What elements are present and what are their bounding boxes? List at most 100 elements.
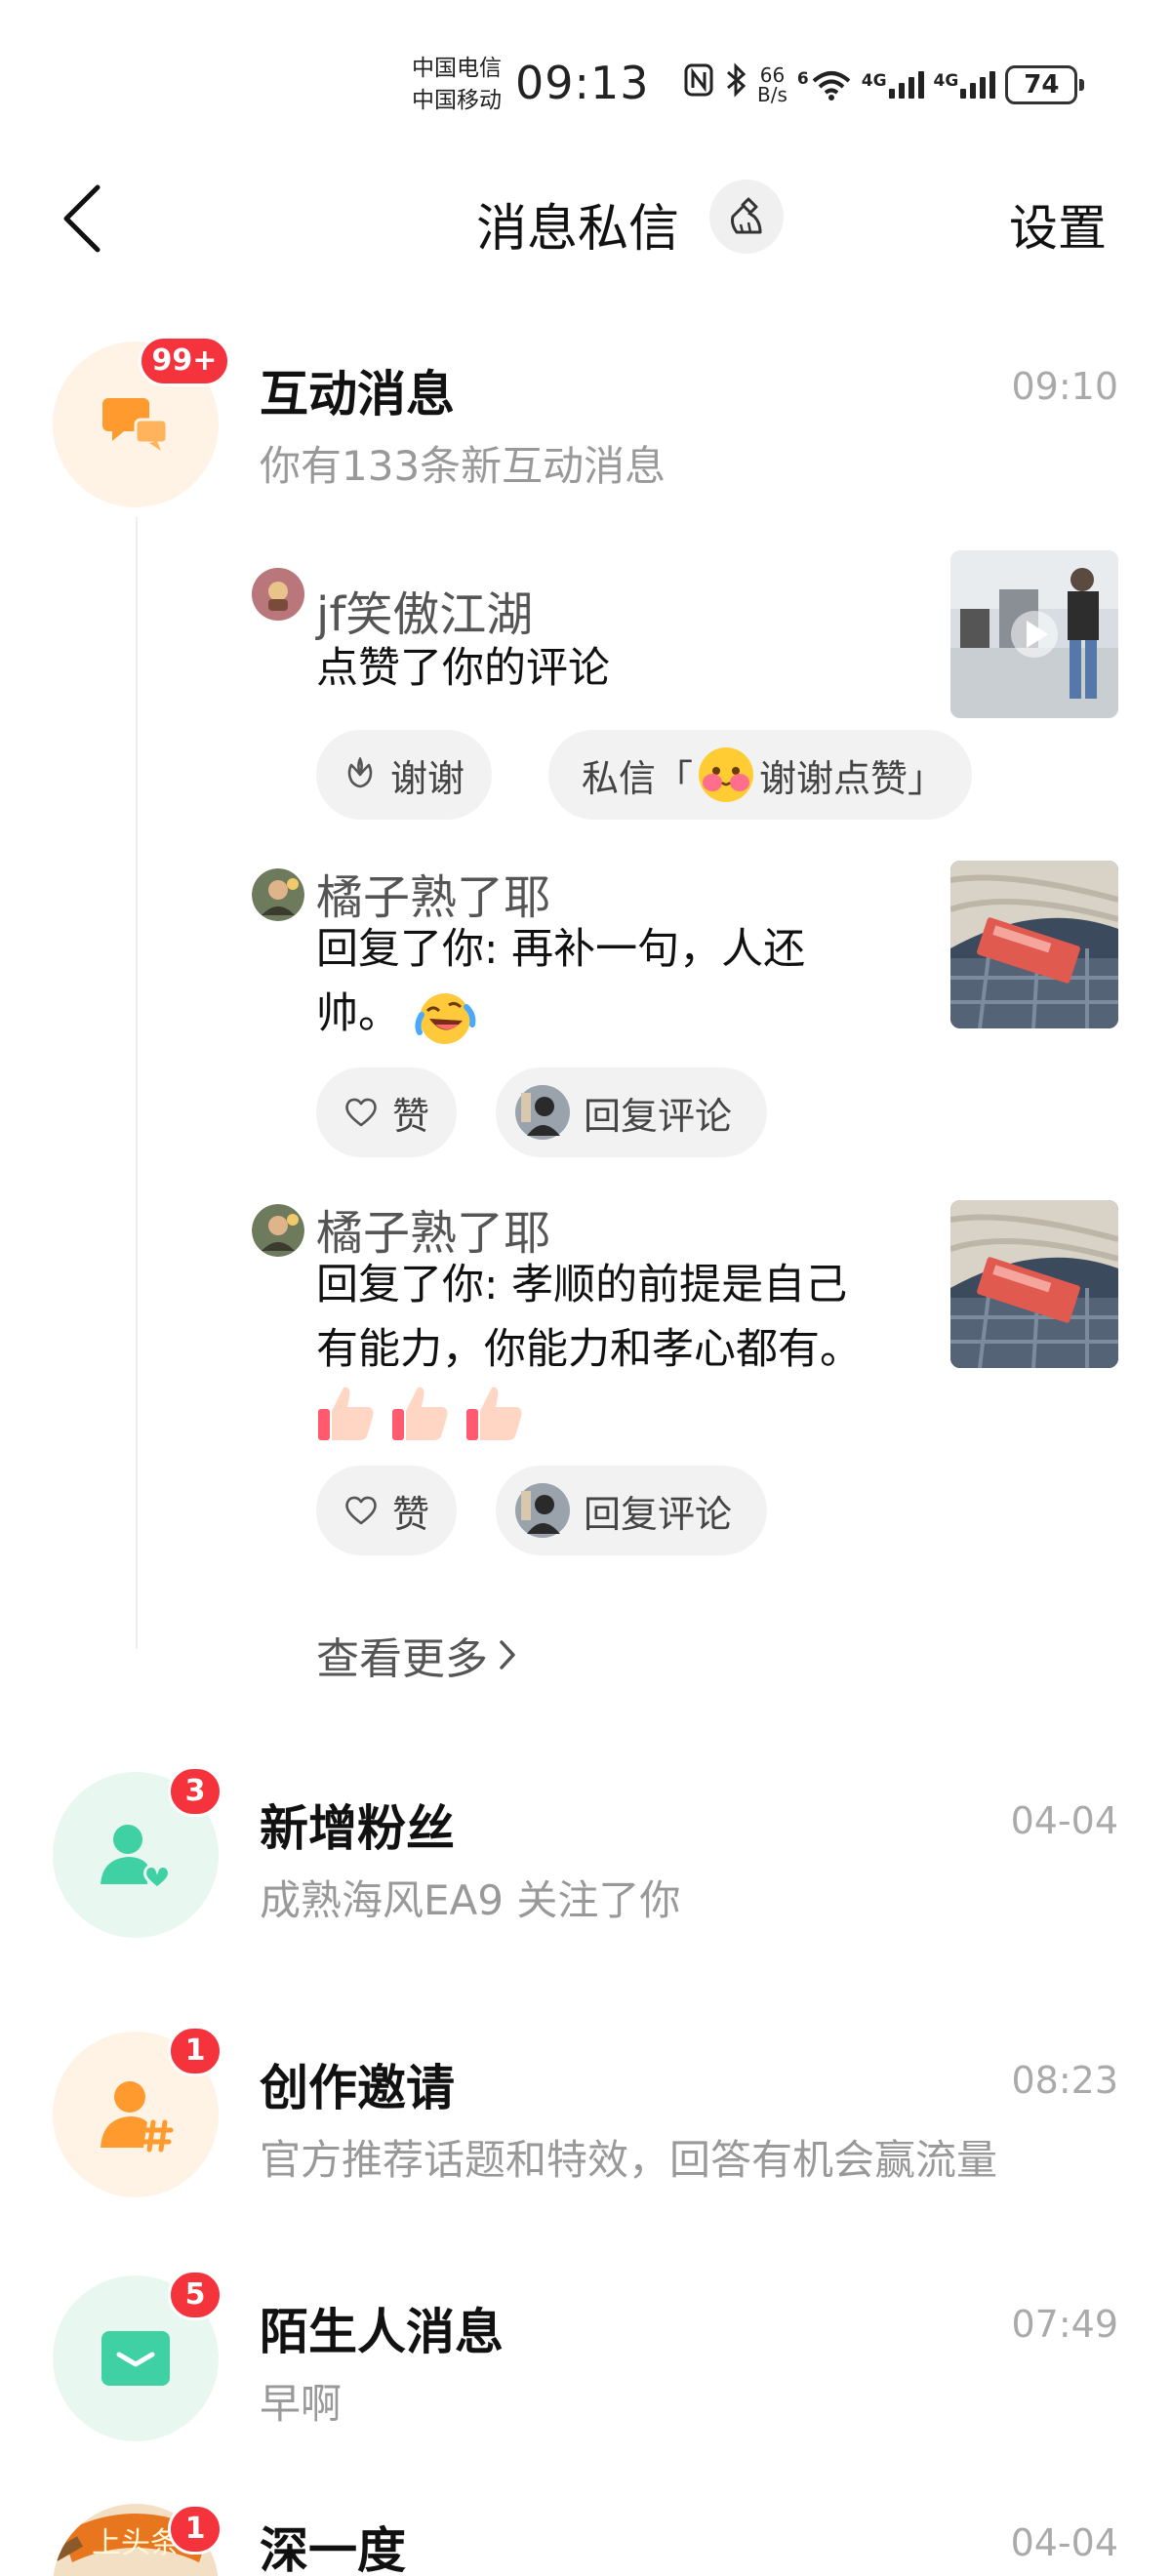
item-text: 点赞了你的评论 xyxy=(316,644,610,693)
thumbs-up-icon xyxy=(318,1387,374,1440)
status-clock: 09:13 xyxy=(515,57,650,109)
thanks-label: 谢谢 xyxy=(390,756,465,800)
row-title: 创作邀请 xyxy=(260,2060,455,2116)
broom-icon xyxy=(731,197,762,234)
unread-badge: 1 xyxy=(168,2504,222,2555)
carrier-labels: 中国电信 中国移动 xyxy=(412,53,502,117)
user-avatar[interactable] xyxy=(252,568,304,621)
my-avatar xyxy=(515,1085,570,1140)
status-bar: 中国电信 中国移动 09:13 66 B/s 6 4G 4G 74 xyxy=(0,0,1171,146)
signal-2: 4G xyxy=(933,70,996,99)
speed-value: 66 xyxy=(759,62,786,87)
wifi-tag: 6 xyxy=(796,68,809,89)
unread-badge: 3 xyxy=(168,1766,222,1817)
row-time: 09:10 xyxy=(1011,365,1118,408)
item-text-line-2-text: 帅。 xyxy=(316,989,400,1038)
wifi-indicator: 6 xyxy=(797,69,852,101)
thanks-button[interactable]: 谢谢 xyxy=(316,730,493,820)
wifi-icon xyxy=(812,70,851,101)
photo-thumbnail[interactable] xyxy=(950,861,1118,1028)
dm-prefix: 私信「 xyxy=(582,756,694,800)
row-subtitle: 你有133条新互动消息 xyxy=(260,442,666,490)
reply-comment-button[interactable]: 回复评论 xyxy=(496,1466,768,1555)
row-time: 07:49 xyxy=(1011,2303,1118,2346)
creation-invite-row[interactable]: 1 创作邀请 官方推荐话题和特效，回答有机会赢流量 08:23 xyxy=(0,2026,1171,2221)
envelope-icon xyxy=(101,2331,170,2386)
row-title: 陌生人消息 xyxy=(260,2304,504,2360)
row-subtitle: 早啊 xyxy=(260,2380,343,2428)
user-avatar[interactable] xyxy=(252,868,304,921)
bluetooth-icon xyxy=(724,62,747,106)
unread-badge: 5 xyxy=(168,2270,222,2320)
thumbs-up-icon xyxy=(392,1387,448,1440)
item-text: 回复了你: 再补一句，人还 帅。 xyxy=(316,917,911,1048)
like-label: 赞 xyxy=(392,1094,430,1138)
dm-text: 谢谢点赞」 xyxy=(759,756,946,800)
row-time: 08:23 xyxy=(1011,2059,1118,2102)
reply-label: 回复评论 xyxy=(584,1094,733,1138)
new-fans-row[interactable]: 3 新增粉丝 成熟海风EA9 关注了你 04-04 xyxy=(0,1766,1171,1961)
unread-badge: 99+ xyxy=(139,336,230,386)
item-text-line-2: 有能力，你能力和孝心都有。 xyxy=(316,1325,862,1374)
item-text-line-1: 回复了你: 再补一句，人还 xyxy=(316,925,806,974)
network-speed: 66 B/s xyxy=(757,65,787,104)
like-button[interactable]: 赞 xyxy=(316,1466,458,1555)
row-time: 04-04 xyxy=(1010,1799,1118,1842)
signal-1: 4G xyxy=(861,70,924,99)
nfc-icon xyxy=(683,62,714,106)
heart-icon xyxy=(345,1496,377,1525)
like-button[interactable]: 赞 xyxy=(316,1067,458,1157)
row-title: 新增粉丝 xyxy=(260,1800,455,1857)
heart-icon xyxy=(345,1098,377,1127)
dm-thanks-button[interactable]: 私信「 谢谢点赞」 xyxy=(548,730,973,820)
reply-label: 回复评论 xyxy=(584,1492,733,1536)
page-title: 消息私信 xyxy=(476,200,680,259)
status-icons: 66 B/s 6 4G 4G 74 xyxy=(683,62,1085,106)
settings-link[interactable]: 设置 xyxy=(1009,189,1107,260)
see-more-link[interactable]: 查看更多 xyxy=(316,1624,517,1686)
unread-badge: 1 xyxy=(168,2026,222,2076)
user-heart-icon xyxy=(101,1825,171,1890)
interaction-messages-row[interactable]: 99+ 互动消息 你有133条新互动消息 09:10 xyxy=(0,332,1171,527)
signal-bars-icon xyxy=(888,70,924,99)
item-text-line-2: 帅。 xyxy=(316,982,911,1048)
battery-icon: 74 xyxy=(1005,64,1085,104)
hug-emoji-icon xyxy=(699,747,754,802)
signal-bars-icon xyxy=(960,70,996,99)
user-avatar[interactable] xyxy=(252,1204,304,1257)
user-hashtag-icon xyxy=(101,2081,174,2153)
channel-row[interactable]: 上头条 1 深一度 04-04 xyxy=(0,2504,1171,2576)
chevron-left-icon xyxy=(63,184,101,253)
thread-line xyxy=(136,517,138,1649)
thumbs-up-emojis xyxy=(314,1380,527,1444)
my-avatar xyxy=(515,1483,570,1538)
row-title: 互动消息 xyxy=(260,366,455,423)
chat-bubbles-icon xyxy=(102,398,169,451)
row-subtitle: 成熟海风EA9 关注了你 xyxy=(260,1876,681,1924)
user-name[interactable]: jf笑傲江湖 xyxy=(316,576,533,644)
signal-1-type: 4G xyxy=(861,70,887,91)
row-time: 04-04 xyxy=(1010,2521,1118,2564)
laughing-crying-emoji-icon xyxy=(414,986,476,1048)
speed-unit: B/s xyxy=(757,82,787,106)
see-more-label: 查看更多 xyxy=(316,1634,488,1684)
row-subtitle: 官方推荐话题和特效，回答有机会赢流量 xyxy=(260,2136,998,2184)
like-label: 赞 xyxy=(392,1492,430,1536)
signal-2-type: 4G xyxy=(933,70,959,91)
photo-thumbnail[interactable] xyxy=(950,1200,1118,1368)
chevron-right-icon xyxy=(500,1640,515,1670)
clear-unread-button[interactable] xyxy=(709,180,784,254)
item-text: 回复了你: 孝顺的前提是自己 有能力，你能力和孝心都有。 xyxy=(316,1253,911,1382)
carrier-2: 中国移动 xyxy=(412,88,502,113)
item-text-line-1: 回复了你: 孝顺的前提是自己 xyxy=(316,1261,848,1309)
thumbs-up-icon xyxy=(466,1387,522,1440)
stranger-messages-row[interactable]: 5 陌生人消息 早啊 07:49 xyxy=(0,2270,1171,2465)
channel-avatar-text: 上头条 xyxy=(92,2526,180,2560)
top-nav: 消息私信 设置 xyxy=(0,166,1171,273)
back-button[interactable] xyxy=(55,180,113,258)
flower-icon xyxy=(347,757,373,788)
video-thumbnail[interactable] xyxy=(950,550,1118,718)
row-title: 深一度 xyxy=(260,2522,406,2576)
reply-comment-button[interactable]: 回复评论 xyxy=(496,1067,768,1157)
carrier-1: 中国电信 xyxy=(412,56,502,81)
